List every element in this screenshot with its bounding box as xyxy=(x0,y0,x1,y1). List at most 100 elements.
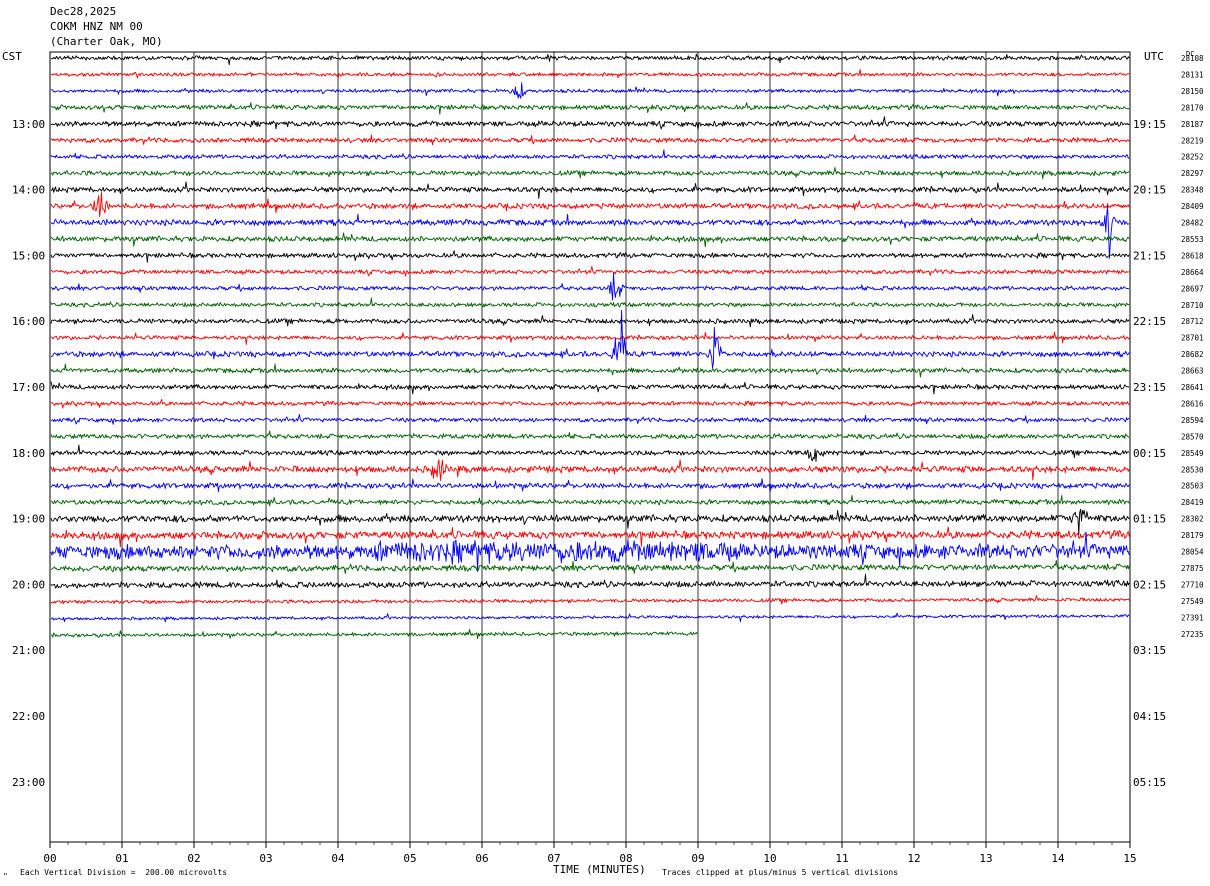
dc-offset-label: 28348 xyxy=(1181,186,1204,195)
seismic-trace xyxy=(50,297,1130,309)
dc-offset-label: 28252 xyxy=(1181,153,1204,162)
utc-hour-label: 02:15 xyxy=(1133,578,1166,591)
dc-offset-label: 28187 xyxy=(1181,120,1204,129)
utc-hour-label: 23:15 xyxy=(1133,381,1166,394)
minute-tick-label: 06 xyxy=(475,852,488,865)
dc-offset-label: 28697 xyxy=(1181,284,1204,293)
dc-offset-label: 27235 xyxy=(1181,630,1204,639)
seismic-trace xyxy=(50,250,1130,263)
seismic-trace xyxy=(50,191,1130,218)
dc-offset-label: 28150 xyxy=(1181,87,1204,96)
seismic-trace xyxy=(50,167,1130,180)
cst-hour-label: 17:00 xyxy=(12,381,45,394)
dc-offset-label: 28482 xyxy=(1181,219,1204,228)
cst-hour-label: 22:00 xyxy=(12,710,45,723)
minute-tick-label: 03 xyxy=(259,852,272,865)
dc-offset-label: 28664 xyxy=(1181,268,1204,277)
dc-offset-label: 28297 xyxy=(1181,169,1204,178)
dc-offset-label: 28179 xyxy=(1181,531,1204,540)
seismic-trace xyxy=(50,313,1130,328)
minute-tick-label: 13 xyxy=(979,852,992,865)
dc-offset-label: 28302 xyxy=(1181,515,1204,524)
plot-frame xyxy=(49,51,1131,843)
utc-hour-label: 01:15 xyxy=(1133,513,1166,526)
cst-hour-label: 18:00 xyxy=(12,447,45,460)
seismic-trace xyxy=(50,560,1130,574)
cst-hour-label: 13:00 xyxy=(12,118,45,131)
seismic-trace xyxy=(50,82,1130,99)
minute-tick-label: 09 xyxy=(691,852,704,865)
minute-tick-label: 10 xyxy=(763,852,776,865)
cst-hour-label: 23:00 xyxy=(12,776,45,789)
seismic-trace xyxy=(50,265,1130,277)
dc-offset-label: 28553 xyxy=(1181,235,1204,244)
minute-tick-label: 05 xyxy=(403,852,416,865)
cst-hour-label: 15:00 xyxy=(12,249,45,262)
seismic-trace xyxy=(50,205,1130,259)
dc-offset-label: 28131 xyxy=(1181,70,1204,79)
dc-offset-label: 27875 xyxy=(1181,564,1204,573)
seismic-trace xyxy=(50,459,1130,482)
dc-offset-label: 28419 xyxy=(1181,498,1204,507)
minute-tick-label: 02 xyxy=(187,852,200,865)
dc-offset-label: 28219 xyxy=(1181,136,1204,145)
seismic-trace xyxy=(50,272,1130,301)
seismic-trace xyxy=(50,413,1130,425)
dc-offset-label: 28549 xyxy=(1181,449,1204,458)
dc-offset-label: 28712 xyxy=(1181,317,1204,326)
utc-hour-label: 22:15 xyxy=(1133,315,1166,328)
seismic-trace xyxy=(50,331,1130,345)
seismic-trace xyxy=(50,573,1130,589)
minute-tick-label: 12 xyxy=(907,852,920,865)
dc-offset-label: 28710 xyxy=(1181,301,1204,310)
minute-tick-label: 01 xyxy=(115,852,128,865)
clip-note: Traces clipped at plus/minus 5 vertical … xyxy=(662,868,899,877)
cst-hour-label: 21:00 xyxy=(12,644,45,657)
dc-offset-label: 28663 xyxy=(1181,367,1204,376)
corner-mark: " xyxy=(3,872,8,881)
seismic-trace xyxy=(50,69,1130,80)
seismic-trace xyxy=(50,526,1130,548)
minute-tick-label: 11 xyxy=(835,852,848,865)
utc-hour-label: 04:15 xyxy=(1133,710,1166,723)
minute-tick-label: 00 xyxy=(43,852,56,865)
dc-offset-label: 28503 xyxy=(1181,482,1204,491)
seismic-trace xyxy=(50,508,1130,536)
helicorder-plot: 00 01 02 03 04 05 06 07 08 09 10 11 12 13 14 1513:00 19:… xyxy=(12,51,1204,865)
utc-hour-label: 20:15 xyxy=(1133,184,1166,197)
cst-hour-label: 20:00 xyxy=(12,578,45,591)
dc-offset-label: 28701 xyxy=(1181,334,1204,343)
dc-offset-label: 28594 xyxy=(1181,416,1204,425)
seismic-trace xyxy=(50,612,1130,623)
cst-hour-label: 16:00 xyxy=(12,315,45,328)
seismic-trace xyxy=(50,181,1130,199)
seismic-trace xyxy=(50,134,1130,146)
dc-offset-label: 28108 xyxy=(1181,54,1204,63)
seismic-trace xyxy=(50,430,1130,440)
seismic-trace xyxy=(50,363,1130,378)
dc-offset-label: 28618 xyxy=(1181,251,1204,260)
cst-hour-label: 14:00 xyxy=(12,184,45,197)
x-axis-title: TIME (MINUTES) xyxy=(553,863,646,876)
minute-tick-label: 04 xyxy=(331,852,345,865)
seismic-trace xyxy=(50,149,1130,160)
utc-hour-label: 05:15 xyxy=(1133,776,1166,789)
dc-offset-label: 28170 xyxy=(1181,103,1204,112)
seismic-trace xyxy=(50,398,1130,409)
seismic-trace xyxy=(50,102,1130,115)
utc-hour-label: 21:15 xyxy=(1133,249,1166,262)
seismic-trace xyxy=(50,232,1130,248)
dc-offset-label: 28530 xyxy=(1181,465,1204,474)
minute-tick-label: 15 xyxy=(1123,852,1136,865)
seismic-trace xyxy=(50,595,1130,605)
dc-offset-label: 27549 xyxy=(1181,597,1204,606)
seismic-trace xyxy=(50,628,698,640)
dc-offset-label: 28682 xyxy=(1181,350,1204,359)
dc-offset-label: 28409 xyxy=(1181,202,1204,211)
seismic-trace xyxy=(50,531,1130,572)
seismic-trace xyxy=(50,478,1130,493)
seismic-trace xyxy=(50,444,1130,462)
seismic-trace xyxy=(50,116,1130,130)
cst-hour-label: 19:00 xyxy=(12,513,45,526)
utc-hour-label: 03:15 xyxy=(1133,644,1166,657)
